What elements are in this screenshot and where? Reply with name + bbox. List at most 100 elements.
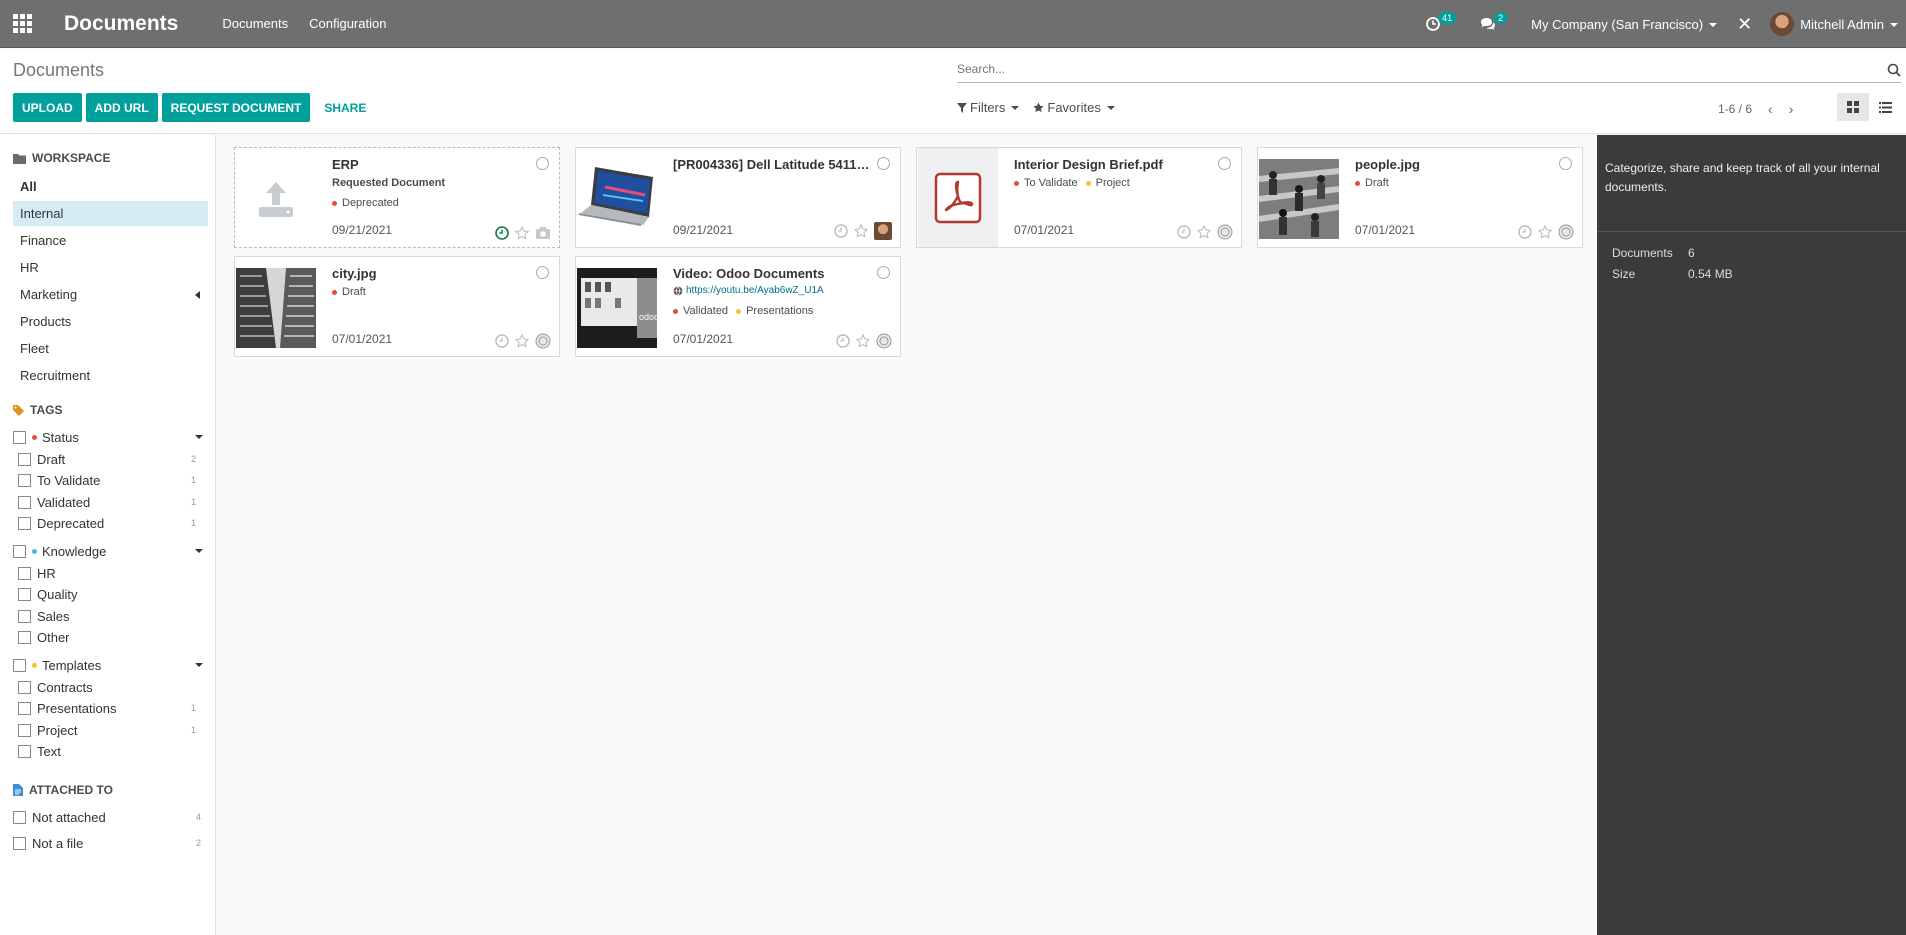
filters-dropdown[interactable]: Filters bbox=[957, 100, 1020, 115]
tag-text[interactable]: Text bbox=[18, 742, 203, 760]
card-select-checkbox[interactable] bbox=[536, 157, 549, 170]
clock-icon[interactable] bbox=[495, 226, 509, 240]
tag-contracts[interactable]: Contracts bbox=[18, 678, 203, 696]
workspace-products[interactable]: Products bbox=[13, 309, 208, 334]
star-icon[interactable] bbox=[1197, 225, 1211, 239]
checkbox[interactable] bbox=[18, 701, 31, 715]
pager-value[interactable]: 1-6 / 6 bbox=[1718, 102, 1752, 116]
workspace-all[interactable]: All bbox=[13, 174, 208, 199]
clock-icon[interactable] bbox=[834, 224, 848, 238]
checkbox[interactable] bbox=[18, 566, 31, 580]
clock-icon[interactable] bbox=[1518, 225, 1532, 239]
kanban-view-button[interactable] bbox=[1837, 93, 1869, 121]
close-icon[interactable]: ✕ bbox=[1737, 14, 1752, 35]
checkbox[interactable] bbox=[18, 516, 31, 530]
checkbox[interactable] bbox=[18, 723, 31, 737]
card-select-checkbox[interactable] bbox=[877, 157, 890, 170]
document-url-link[interactable]: https://youtu.be/Ayab6wZ_U1A bbox=[673, 285, 824, 296]
filter-not-attached[interactable]: Not attached 4 bbox=[13, 808, 208, 826]
checkbox[interactable] bbox=[18, 495, 31, 509]
chevron-left-icon[interactable]: ‹ bbox=[1768, 101, 1773, 117]
smiley-avatar-icon[interactable] bbox=[1217, 224, 1233, 240]
checkbox[interactable] bbox=[13, 544, 26, 558]
caret-left-icon[interactable] bbox=[195, 291, 200, 299]
star-icon[interactable] bbox=[856, 334, 870, 348]
upload-button[interactable]: UPLOAD bbox=[13, 93, 82, 122]
favorites-dropdown[interactable]: Favorites bbox=[1033, 100, 1115, 115]
workspace-finance[interactable]: Finance bbox=[13, 228, 208, 253]
facet-status[interactable]: Status bbox=[13, 428, 208, 446]
clock-icon[interactable] bbox=[1177, 225, 1191, 239]
chevron-down-icon[interactable] bbox=[195, 549, 203, 553]
workspace-marketing[interactable]: Marketing bbox=[13, 282, 208, 307]
add-url-button[interactable]: ADD URL bbox=[85, 93, 158, 122]
request-document-button[interactable]: REQUEST DOCUMENT bbox=[161, 93, 311, 122]
card-select-checkbox[interactable] bbox=[536, 266, 549, 279]
tag-to-validate[interactable]: To Validate 1 bbox=[18, 471, 203, 489]
tag-sales[interactable]: Sales bbox=[18, 607, 203, 625]
clock-icon[interactable] bbox=[495, 334, 509, 348]
tag-presentations[interactable]: Presentations 1 bbox=[18, 699, 203, 717]
menu-configuration[interactable]: Configuration bbox=[309, 16, 386, 31]
tag-deprecated[interactable]: Deprecated 1 bbox=[18, 514, 203, 532]
star-icon[interactable] bbox=[515, 334, 529, 348]
facet-knowledge[interactable]: Knowledge bbox=[13, 542, 208, 560]
filter-not-a-file[interactable]: Not a file 2 bbox=[13, 834, 208, 852]
star-icon[interactable] bbox=[854, 224, 868, 238]
document-card[interactable]: [PR004336] Dell Latitude 5411.p... 09/21… bbox=[575, 147, 901, 248]
smiley-avatar-icon[interactable] bbox=[1558, 224, 1574, 240]
tag-other[interactable]: Other bbox=[18, 628, 203, 646]
chevron-down-icon[interactable] bbox=[195, 663, 203, 667]
document-tag: Validated bbox=[673, 305, 728, 317]
checkbox[interactable] bbox=[18, 680, 31, 694]
owner-avatar[interactable] bbox=[874, 222, 892, 240]
smiley-avatar-icon[interactable] bbox=[535, 333, 551, 349]
facet-templates[interactable]: Templates bbox=[13, 656, 208, 674]
search-input[interactable] bbox=[957, 62, 1877, 76]
document-card[interactable]: ERP Requested Document Deprecated 09/21/… bbox=[234, 147, 560, 248]
camera-icon[interactable] bbox=[535, 226, 551, 240]
document-card[interactable]: people.jpg Draft 07/01/2021 bbox=[1257, 147, 1583, 248]
document-card[interactable]: city.jpg Draft 07/01/2021 bbox=[234, 256, 560, 357]
tag-validated[interactable]: Validated 1 bbox=[18, 493, 203, 511]
chevron-right-icon[interactable]: › bbox=[1789, 101, 1794, 117]
checkbox[interactable] bbox=[18, 473, 31, 487]
workspace-internal[interactable]: Internal bbox=[13, 201, 208, 226]
user-avatar[interactable] bbox=[1770, 12, 1795, 36]
card-select-checkbox[interactable] bbox=[1559, 157, 1572, 170]
checkbox[interactable] bbox=[13, 836, 26, 850]
checkbox[interactable] bbox=[18, 452, 31, 466]
tag-quality[interactable]: Quality bbox=[18, 585, 203, 603]
clock-icon[interactable] bbox=[836, 334, 850, 348]
apps-menu-icon[interactable] bbox=[0, 0, 44, 48]
card-select-checkbox[interactable] bbox=[877, 266, 890, 279]
workspace-hr[interactable]: HR bbox=[13, 255, 208, 280]
user-menu[interactable]: Mitchell Admin bbox=[1800, 17, 1898, 32]
company-switcher[interactable]: My Company (San Francisco) bbox=[1531, 17, 1718, 32]
checkbox[interactable] bbox=[13, 658, 26, 672]
tag-draft[interactable]: Draft 2 bbox=[18, 450, 203, 468]
share-button[interactable]: SHARE bbox=[314, 93, 376, 122]
list-view-button[interactable] bbox=[1869, 93, 1901, 121]
checkbox[interactable] bbox=[18, 587, 31, 601]
document-card[interactable]: Interior Design Brief.pdf To Validate Pr… bbox=[916, 147, 1242, 248]
checkbox[interactable] bbox=[18, 744, 31, 758]
checkbox[interactable] bbox=[18, 609, 31, 623]
activities-button[interactable]: 41 bbox=[1426, 12, 1457, 31]
tag-hr[interactable]: HR bbox=[18, 564, 203, 582]
smiley-avatar-icon[interactable] bbox=[876, 333, 892, 349]
tag-project[interactable]: Project 1 bbox=[18, 721, 203, 739]
checkbox[interactable] bbox=[13, 430, 26, 444]
star-icon[interactable] bbox=[1538, 225, 1552, 239]
chevron-down-icon[interactable] bbox=[195, 435, 203, 439]
search-icon[interactable] bbox=[1887, 63, 1901, 77]
messages-button[interactable]: 2 bbox=[1480, 12, 1508, 31]
card-select-checkbox[interactable] bbox=[1218, 157, 1231, 170]
workspace-recruitment[interactable]: Recruitment bbox=[13, 363, 208, 388]
menu-documents[interactable]: Documents bbox=[222, 16, 288, 31]
star-icon[interactable] bbox=[515, 226, 529, 240]
workspace-fleet[interactable]: Fleet bbox=[13, 336, 208, 361]
checkbox[interactable] bbox=[13, 810, 26, 824]
checkbox[interactable] bbox=[18, 630, 31, 644]
document-card[interactable]: odoo Video: Odoo Documents https://youtu… bbox=[575, 256, 901, 357]
